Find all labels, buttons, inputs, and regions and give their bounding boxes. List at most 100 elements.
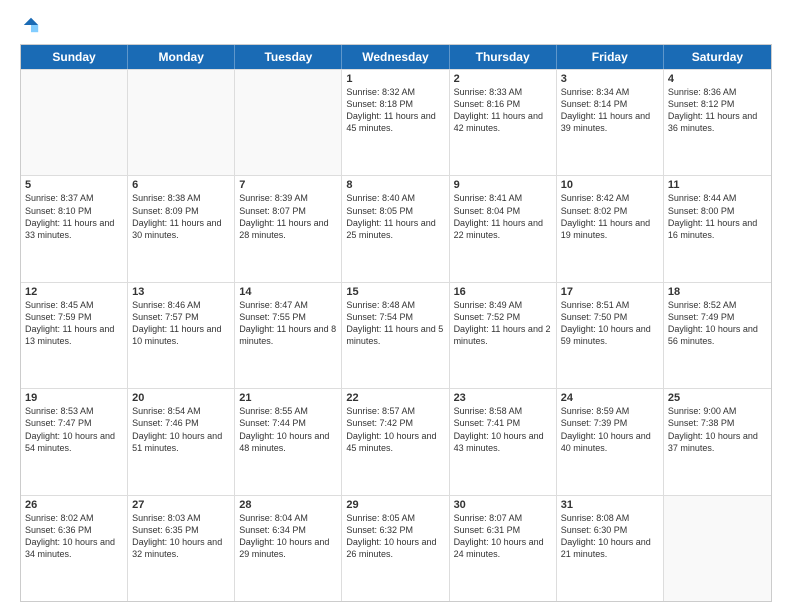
day-number: 8 xyxy=(346,179,444,191)
cell-info: Sunrise: 8:03 AM Sunset: 6:35 PM Dayligh… xyxy=(132,512,230,561)
cell-info: Sunrise: 8:46 AM Sunset: 7:57 PM Dayligh… xyxy=(132,299,230,348)
day-number: 14 xyxy=(239,286,337,298)
day-cell-9: 9Sunrise: 8:41 AM Sunset: 8:04 PM Daylig… xyxy=(450,176,557,281)
day-cell-13: 13Sunrise: 8:46 AM Sunset: 7:57 PM Dayli… xyxy=(128,283,235,388)
day-cell-20: 20Sunrise: 8:54 AM Sunset: 7:46 PM Dayli… xyxy=(128,389,235,494)
logo-icon xyxy=(22,16,40,34)
cell-info: Sunrise: 9:00 AM Sunset: 7:38 PM Dayligh… xyxy=(668,405,767,454)
empty-cell xyxy=(235,70,342,175)
day-number: 25 xyxy=(668,392,767,404)
calendar-body: 1Sunrise: 8:32 AM Sunset: 8:18 PM Daylig… xyxy=(21,69,771,601)
day-cell-14: 14Sunrise: 8:47 AM Sunset: 7:55 PM Dayli… xyxy=(235,283,342,388)
page: SundayMondayTuesdayWednesdayThursdayFrid… xyxy=(0,0,792,612)
cell-info: Sunrise: 8:53 AM Sunset: 7:47 PM Dayligh… xyxy=(25,405,123,454)
day-number: 10 xyxy=(561,179,659,191)
day-cell-21: 21Sunrise: 8:55 AM Sunset: 7:44 PM Dayli… xyxy=(235,389,342,494)
day-number: 13 xyxy=(132,286,230,298)
cell-info: Sunrise: 8:33 AM Sunset: 8:16 PM Dayligh… xyxy=(454,86,552,135)
day-number: 31 xyxy=(561,499,659,511)
cell-info: Sunrise: 8:49 AM Sunset: 7:52 PM Dayligh… xyxy=(454,299,552,348)
day-cell-16: 16Sunrise: 8:49 AM Sunset: 7:52 PM Dayli… xyxy=(450,283,557,388)
day-cell-26: 26Sunrise: 8:02 AM Sunset: 6:36 PM Dayli… xyxy=(21,496,128,601)
cell-info: Sunrise: 8:08 AM Sunset: 6:30 PM Dayligh… xyxy=(561,512,659,561)
logo xyxy=(20,16,40,34)
header xyxy=(20,16,772,34)
empty-cell xyxy=(21,70,128,175)
day-cell-27: 27Sunrise: 8:03 AM Sunset: 6:35 PM Dayli… xyxy=(128,496,235,601)
header-day-sunday: Sunday xyxy=(21,45,128,69)
day-cell-1: 1Sunrise: 8:32 AM Sunset: 8:18 PM Daylig… xyxy=(342,70,449,175)
day-number: 18 xyxy=(668,286,767,298)
day-number: 6 xyxy=(132,179,230,191)
calendar-row-4: 26Sunrise: 8:02 AM Sunset: 6:36 PM Dayli… xyxy=(21,495,771,601)
day-cell-5: 5Sunrise: 8:37 AM Sunset: 8:10 PM Daylig… xyxy=(21,176,128,281)
day-cell-12: 12Sunrise: 8:45 AM Sunset: 7:59 PM Dayli… xyxy=(21,283,128,388)
day-cell-31: 31Sunrise: 8:08 AM Sunset: 6:30 PM Dayli… xyxy=(557,496,664,601)
day-number: 19 xyxy=(25,392,123,404)
day-cell-29: 29Sunrise: 8:05 AM Sunset: 6:32 PM Dayli… xyxy=(342,496,449,601)
day-number: 20 xyxy=(132,392,230,404)
day-number: 22 xyxy=(346,392,444,404)
day-cell-28: 28Sunrise: 8:04 AM Sunset: 6:34 PM Dayli… xyxy=(235,496,342,601)
header-day-friday: Friday xyxy=(557,45,664,69)
day-number: 30 xyxy=(454,499,552,511)
day-number: 15 xyxy=(346,286,444,298)
cell-info: Sunrise: 8:42 AM Sunset: 8:02 PM Dayligh… xyxy=(561,192,659,241)
cell-info: Sunrise: 8:02 AM Sunset: 6:36 PM Dayligh… xyxy=(25,512,123,561)
day-cell-15: 15Sunrise: 8:48 AM Sunset: 7:54 PM Dayli… xyxy=(342,283,449,388)
day-cell-17: 17Sunrise: 8:51 AM Sunset: 7:50 PM Dayli… xyxy=(557,283,664,388)
cell-info: Sunrise: 8:34 AM Sunset: 8:14 PM Dayligh… xyxy=(561,86,659,135)
empty-cell xyxy=(664,496,771,601)
cell-info: Sunrise: 8:57 AM Sunset: 7:42 PM Dayligh… xyxy=(346,405,444,454)
day-number: 16 xyxy=(454,286,552,298)
day-number: 3 xyxy=(561,73,659,85)
day-number: 27 xyxy=(132,499,230,511)
day-cell-11: 11Sunrise: 8:44 AM Sunset: 8:00 PM Dayli… xyxy=(664,176,771,281)
calendar-header: SundayMondayTuesdayWednesdayThursdayFrid… xyxy=(21,45,771,69)
day-number: 11 xyxy=(668,179,767,191)
calendar: SundayMondayTuesdayWednesdayThursdayFrid… xyxy=(20,44,772,602)
cell-info: Sunrise: 8:37 AM Sunset: 8:10 PM Dayligh… xyxy=(25,192,123,241)
day-number: 29 xyxy=(346,499,444,511)
cell-info: Sunrise: 8:52 AM Sunset: 7:49 PM Dayligh… xyxy=(668,299,767,348)
day-cell-24: 24Sunrise: 8:59 AM Sunset: 7:39 PM Dayli… xyxy=(557,389,664,494)
day-cell-3: 3Sunrise: 8:34 AM Sunset: 8:14 PM Daylig… xyxy=(557,70,664,175)
day-cell-6: 6Sunrise: 8:38 AM Sunset: 8:09 PM Daylig… xyxy=(128,176,235,281)
day-number: 2 xyxy=(454,73,552,85)
calendar-row-1: 5Sunrise: 8:37 AM Sunset: 8:10 PM Daylig… xyxy=(21,175,771,281)
day-cell-4: 4Sunrise: 8:36 AM Sunset: 8:12 PM Daylig… xyxy=(664,70,771,175)
empty-cell xyxy=(128,70,235,175)
cell-info: Sunrise: 8:32 AM Sunset: 8:18 PM Dayligh… xyxy=(346,86,444,135)
day-cell-2: 2Sunrise: 8:33 AM Sunset: 8:16 PM Daylig… xyxy=(450,70,557,175)
header-day-monday: Monday xyxy=(128,45,235,69)
cell-info: Sunrise: 8:39 AM Sunset: 8:07 PM Dayligh… xyxy=(239,192,337,241)
day-number: 9 xyxy=(454,179,552,191)
day-number: 17 xyxy=(561,286,659,298)
day-number: 23 xyxy=(454,392,552,404)
cell-info: Sunrise: 8:36 AM Sunset: 8:12 PM Dayligh… xyxy=(668,86,767,135)
day-number: 1 xyxy=(346,73,444,85)
day-number: 5 xyxy=(25,179,123,191)
calendar-row-3: 19Sunrise: 8:53 AM Sunset: 7:47 PM Dayli… xyxy=(21,388,771,494)
cell-info: Sunrise: 8:05 AM Sunset: 6:32 PM Dayligh… xyxy=(346,512,444,561)
day-cell-23: 23Sunrise: 8:58 AM Sunset: 7:41 PM Dayli… xyxy=(450,389,557,494)
cell-info: Sunrise: 8:59 AM Sunset: 7:39 PM Dayligh… xyxy=(561,405,659,454)
day-cell-25: 25Sunrise: 9:00 AM Sunset: 7:38 PM Dayli… xyxy=(664,389,771,494)
day-cell-19: 19Sunrise: 8:53 AM Sunset: 7:47 PM Dayli… xyxy=(21,389,128,494)
day-number: 28 xyxy=(239,499,337,511)
cell-info: Sunrise: 8:48 AM Sunset: 7:54 PM Dayligh… xyxy=(346,299,444,348)
cell-info: Sunrise: 8:55 AM Sunset: 7:44 PM Dayligh… xyxy=(239,405,337,454)
day-number: 21 xyxy=(239,392,337,404)
cell-info: Sunrise: 8:40 AM Sunset: 8:05 PM Dayligh… xyxy=(346,192,444,241)
day-number: 12 xyxy=(25,286,123,298)
day-number: 24 xyxy=(561,392,659,404)
cell-info: Sunrise: 8:04 AM Sunset: 6:34 PM Dayligh… xyxy=(239,512,337,561)
cell-info: Sunrise: 8:07 AM Sunset: 6:31 PM Dayligh… xyxy=(454,512,552,561)
day-cell-7: 7Sunrise: 8:39 AM Sunset: 8:07 PM Daylig… xyxy=(235,176,342,281)
day-number: 26 xyxy=(25,499,123,511)
header-day-wednesday: Wednesday xyxy=(342,45,449,69)
day-number: 7 xyxy=(239,179,337,191)
day-cell-8: 8Sunrise: 8:40 AM Sunset: 8:05 PM Daylig… xyxy=(342,176,449,281)
cell-info: Sunrise: 8:51 AM Sunset: 7:50 PM Dayligh… xyxy=(561,299,659,348)
cell-info: Sunrise: 8:58 AM Sunset: 7:41 PM Dayligh… xyxy=(454,405,552,454)
